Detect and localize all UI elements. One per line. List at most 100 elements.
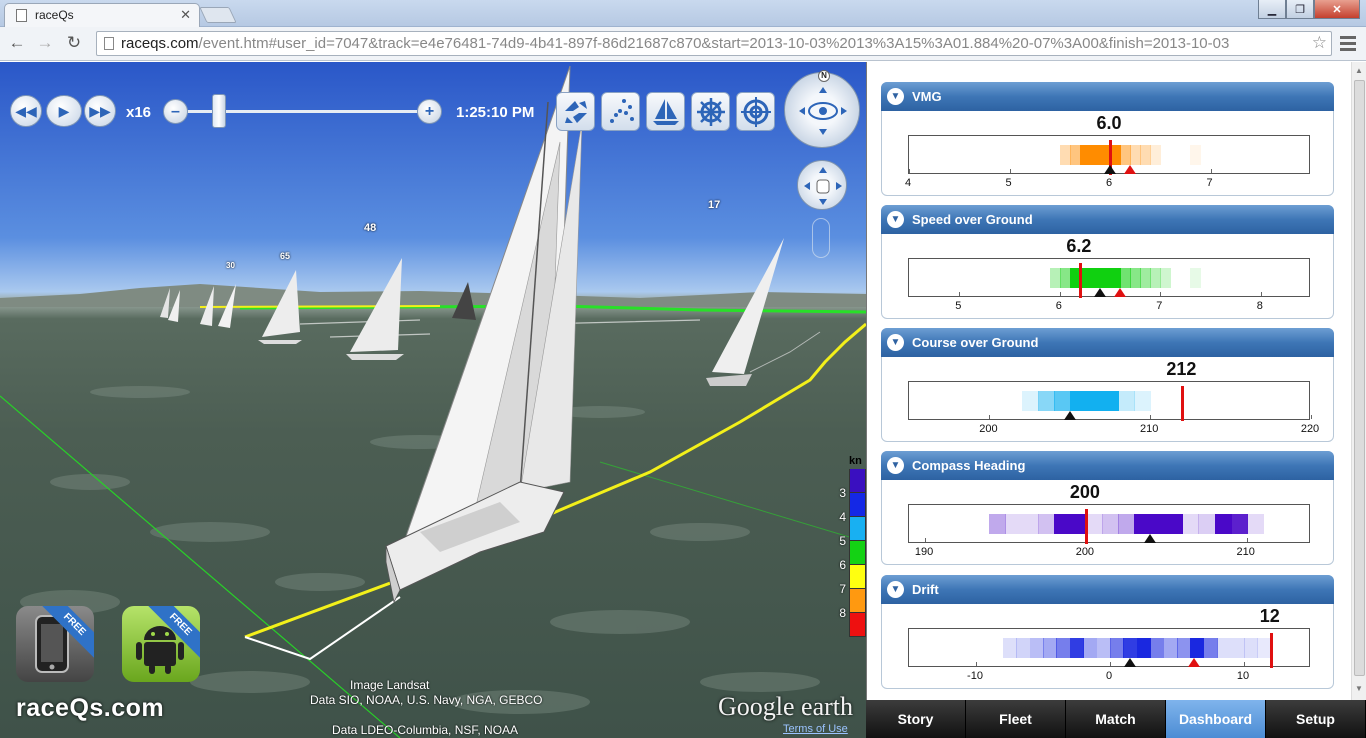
browser-menu-icon[interactable] <box>1340 36 1356 54</box>
back-arrow-icon[interactable]: ← <box>6 33 28 53</box>
histogram-cell <box>1163 638 1178 658</box>
tab-dashboard[interactable]: Dashboard <box>1166 700 1266 738</box>
maximize-icon[interactable]: ❐ <box>1286 0 1314 19</box>
average-marker <box>1093 288 1106 297</box>
histogram-cell <box>1136 638 1151 658</box>
zoom-slider[interactable] <box>812 218 830 258</box>
panel-header[interactable]: ▼ Course over Ground <box>881 328 1334 357</box>
target-marker <box>1124 165 1137 174</box>
axis-tick <box>1150 415 1152 419</box>
legend-swatch <box>849 541 866 565</box>
histogram-cell <box>1021 514 1039 534</box>
tab-fleet[interactable]: Fleet <box>966 700 1066 738</box>
histogram-cell <box>1150 638 1165 658</box>
iphone-app-badge[interactable]: FREE <box>16 606 94 682</box>
boat-label[interactable]: 17 <box>708 199 720 211</box>
boat-label[interactable]: 30 <box>226 261 235 270</box>
fast-forward-button[interactable]: ▶▶ <box>84 95 116 127</box>
minimize-icon[interactable]: ▁ <box>1258 0 1286 19</box>
playback-time: 1:25:10 PM <box>456 104 535 121</box>
bookmark-star-icon[interactable]: ☆ <box>1312 33 1327 53</box>
tab-title: raceQs <box>35 8 74 22</box>
axis-tick <box>1059 292 1061 296</box>
histogram-cell <box>1118 391 1136 411</box>
browser-tab[interactable]: raceQs ✕ <box>4 3 200 27</box>
play-button[interactable]: ▶ <box>46 95 82 127</box>
gauge-value: 212 <box>1166 359 1197 379</box>
axis-label: 6 <box>1105 177 1113 189</box>
panel-header[interactable]: ▼ Compass Heading <box>881 451 1334 480</box>
scroll-up-icon[interactable]: ▲ <box>1355 66 1363 75</box>
gauge-panel: ▼ Course over Ground 212 200 210 220 <box>881 328 1334 442</box>
scroll-down-icon[interactable]: ▼ <box>1355 684 1363 693</box>
tab-close-icon[interactable]: ✕ <box>180 7 191 23</box>
track-points-button[interactable] <box>601 92 640 131</box>
boat-label[interactable]: 65 <box>280 251 290 261</box>
legend-value: 7 <box>839 582 846 596</box>
histogram-cell <box>1053 391 1071 411</box>
panel-title: Drift <box>912 582 939 597</box>
tab-story[interactable]: Story <box>866 700 966 738</box>
dashboard-tabs: Story Fleet Match Dashboard Setup <box>866 700 1366 738</box>
eye-icon <box>799 87 847 135</box>
collapse-chevron-icon[interactable]: ▼ <box>887 334 904 351</box>
gauge-bar <box>908 381 1312 421</box>
legend-value: 4 <box>839 510 846 524</box>
new-tab-button[interactable] <box>199 7 237 23</box>
pan-control[interactable] <box>797 160 847 210</box>
legend-swatch <box>849 493 866 517</box>
legend-unit: kn <box>849 455 862 467</box>
axis-tick <box>1311 415 1312 419</box>
collapse-chevron-icon[interactable]: ▼ <box>887 457 904 474</box>
collapse-chevron-icon[interactable]: ▼ <box>887 581 904 598</box>
dashboard-scrollbar[interactable]: ▲ ▼ <box>1351 62 1366 700</box>
legend-swatch <box>849 565 866 589</box>
panel-header[interactable]: ▼ Drift <box>881 575 1334 604</box>
axis-tick <box>976 662 977 666</box>
histogram-cell <box>1177 638 1191 658</box>
time-slider[interactable]: – + <box>163 94 446 128</box>
address-bar[interactable]: raceqs.com/event.htm#user_id=7047&track=… <box>96 31 1332 56</box>
histogram-cell <box>1037 391 1055 411</box>
tab-match[interactable]: Match <box>1066 700 1166 738</box>
android-app-badge[interactable]: FREE <box>122 606 200 682</box>
terms-of-use-link[interactable]: Terms of Use <box>783 723 848 735</box>
current-value-marker <box>1269 633 1273 668</box>
boat-label[interactable]: 48 <box>364 222 376 234</box>
slider-thumb[interactable] <box>211 94 226 128</box>
google-earth-logo: Google earth <box>718 692 854 721</box>
slider-minus-button[interactable]: – <box>163 99 188 124</box>
panel-title: Course over Ground <box>912 335 1039 350</box>
axis-label: 210 <box>1236 546 1255 558</box>
panel-title: Compass Heading <box>912 458 1026 473</box>
panel-header[interactable]: ▼ VMG <box>881 82 1334 111</box>
imagery-credit: Image Landsat <box>350 678 430 692</box>
rewind-button[interactable]: ◀◀ <box>10 95 42 127</box>
collapse-chevron-icon[interactable]: ▼ <box>887 211 904 228</box>
panel-header[interactable]: ▼ Speed over Ground <box>881 205 1334 234</box>
boat-view-button[interactable] <box>646 92 685 131</box>
helm-view-button[interactable] <box>691 92 730 131</box>
tab-setup[interactable]: Setup <box>1266 700 1366 738</box>
axis-label: 8 <box>1256 300 1263 312</box>
histogram-cell <box>1217 638 1232 658</box>
close-window-icon[interactable]: ✕ <box>1314 0 1360 19</box>
target-view-button[interactable] <box>736 92 775 131</box>
histogram-cell <box>1083 638 1098 658</box>
axis-tick <box>959 292 961 296</box>
histogram-cell <box>1002 638 1017 658</box>
reload-icon[interactable]: ↻ <box>63 33 85 53</box>
histogram-cell <box>1203 638 1218 658</box>
axis-label: 200 <box>979 423 998 435</box>
forward-arrow-icon[interactable]: → <box>34 33 56 53</box>
scroll-thumb[interactable] <box>1354 80 1365 676</box>
histogram-cell <box>1190 268 1202 288</box>
earth-view[interactable]: ◀◀ ▶ ▶▶ x16 – + 1:25:10 PM N 48 17 65 30… <box>0 62 866 738</box>
recycle-view-button[interactable] <box>556 92 595 131</box>
look-around-compass[interactable]: N <box>784 70 860 148</box>
raceqs-logo: raceQs.com <box>16 694 165 722</box>
data-credit: Data SIO, NOAA, U.S. Navy, NGA, GEBCO <box>310 693 543 707</box>
average-marker <box>1063 411 1076 420</box>
slider-plus-button[interactable]: + <box>417 99 442 124</box>
collapse-chevron-icon[interactable]: ▼ <box>887 88 904 105</box>
